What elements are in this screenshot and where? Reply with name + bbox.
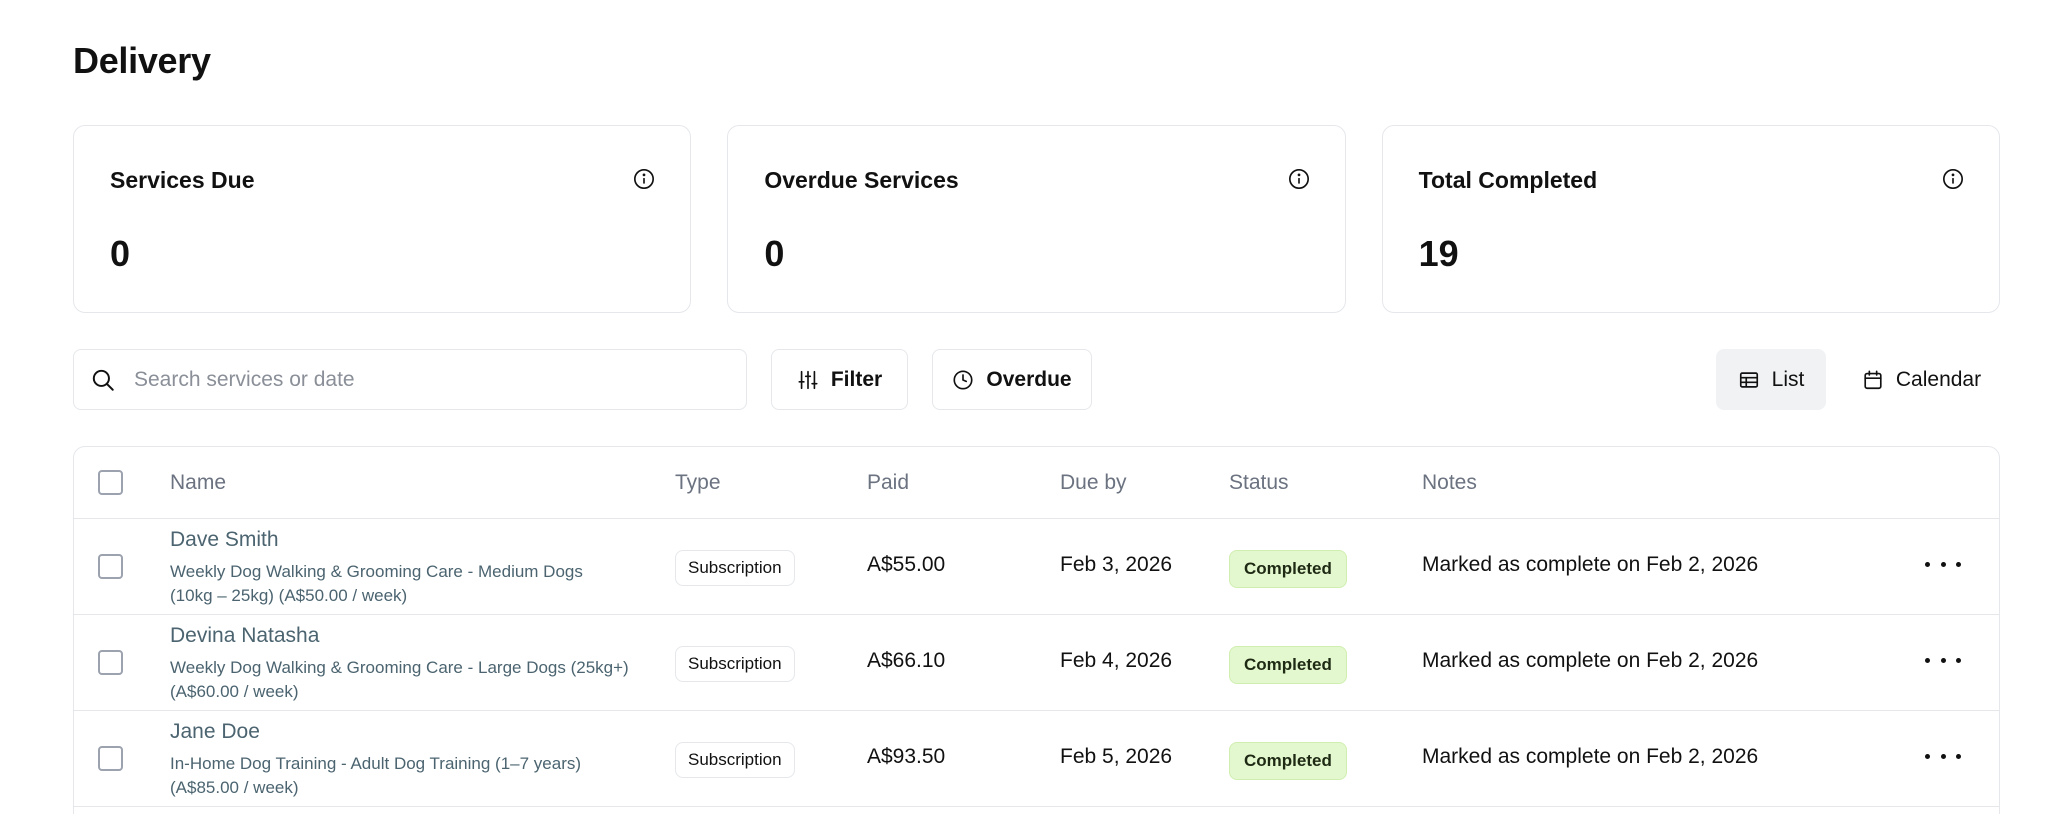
more-options-icon[interactable]	[1925, 645, 1961, 675]
paid-amount: A$93.50	[867, 745, 946, 768]
list-label: List	[1771, 367, 1805, 391]
table-icon	[1739, 371, 1758, 388]
paid-amount: A$66.10	[867, 649, 946, 672]
column-header-status[interactable]: Status	[1229, 471, 1289, 495]
filter-button[interactable]: Filter	[771, 349, 908, 410]
service-description: Weekly Dog Walking & Grooming Care - Lar…	[170, 658, 629, 701]
column-header-due-by[interactable]: Due by	[1060, 471, 1127, 495]
customer-name-link[interactable]: Jane Doe	[170, 720, 630, 744]
select-all-checkbox[interactable]	[98, 470, 123, 495]
column-header-notes[interactable]: Notes	[1422, 471, 1477, 495]
sliders-icon	[798, 370, 818, 389]
notes-text: Marked as complete on Feb 2, 2026	[1422, 745, 1759, 768]
table-row[interactable]: Jane Doe In-Home Dog Training - Adult Do…	[74, 711, 1999, 807]
type-badge: Subscription	[675, 550, 795, 586]
overdue-label: Overdue	[986, 367, 1072, 391]
more-options-icon[interactable]	[1925, 741, 1961, 771]
notes-text: Marked as complete on Feb 2, 2026	[1422, 553, 1759, 576]
search-input[interactable]	[134, 367, 694, 392]
page-title: Delivery	[73, 40, 211, 81]
stat-card-services-due: Services Due 0	[73, 125, 692, 313]
search-icon	[92, 369, 114, 391]
column-header-type[interactable]: Type	[675, 471, 721, 495]
stat-value: 0	[110, 233, 131, 274]
services-table: Name Type Paid Due by Status Notes Dave …	[73, 446, 2000, 814]
stats-cards: Services Due 0 Overdue Services 0 Total …	[73, 125, 2000, 313]
status-badge: Completed	[1229, 550, 1347, 588]
notes-text: Marked as complete on Feb 2, 2026	[1422, 649, 1759, 672]
due-date: Feb 5, 2026	[1060, 745, 1173, 768]
customer-name-link[interactable]: Devina Natasha	[170, 624, 630, 648]
info-icon[interactable]	[1288, 168, 1310, 190]
calendar-label: Calendar	[1895, 367, 1982, 391]
type-badge: Subscription	[675, 646, 795, 682]
name-cell: Jane Doe In-Home Dog Training - Adult Do…	[170, 720, 630, 800]
service-description: In-Home Dog Training - Adult Dog Trainin…	[170, 754, 582, 797]
paid-amount: A$55.00	[867, 553, 946, 576]
info-icon[interactable]	[1942, 168, 1964, 190]
name-cell: Devina Natasha Weekly Dog Walking & Groo…	[170, 624, 630, 704]
stat-card-overdue-services: Overdue Services 0	[727, 125, 1346, 313]
table-header: Name Type Paid Due by Status Notes	[74, 447, 1999, 519]
stat-title: Overdue Services	[764, 167, 959, 193]
table-row[interactable]: Devina Natasha Weekly Dog Walking & Groo…	[74, 615, 1999, 711]
status-badge: Completed	[1229, 646, 1347, 684]
list-view-button[interactable]: List	[1716, 349, 1826, 410]
row-checkbox[interactable]	[98, 554, 123, 579]
info-icon[interactable]	[633, 168, 655, 190]
more-options-icon[interactable]	[1925, 549, 1961, 579]
stat-title: Services Due	[110, 167, 255, 193]
status-badge: Completed	[1229, 742, 1347, 780]
due-date: Feb 4, 2026	[1060, 649, 1173, 672]
name-cell: Dave Smith Weekly Dog Walking & Grooming…	[170, 528, 630, 608]
calendar-view-button[interactable]: Calendar	[1843, 349, 2000, 410]
service-description: Weekly Dog Walking & Grooming Care - Med…	[170, 562, 583, 605]
due-date: Feb 3, 2026	[1060, 553, 1173, 576]
stat-card-total-completed: Total Completed 19	[1381, 125, 2000, 313]
filter-label: Filter	[830, 367, 883, 391]
table-row[interactable]: Dave Smith Weekly Dog Walking & Grooming…	[74, 519, 1999, 615]
calendar-icon	[1864, 369, 1882, 389]
column-header-name[interactable]: Name	[170, 471, 226, 495]
row-checkbox[interactable]	[98, 746, 123, 771]
customer-name-link[interactable]: Dave Smith	[170, 528, 630, 552]
clock-icon	[953, 369, 973, 390]
type-badge: Subscription	[675, 742, 795, 778]
toolbar: Filter Overdue List Calendar	[73, 349, 2000, 410]
row-checkbox[interactable]	[98, 650, 123, 675]
stat-title: Total Completed	[1418, 167, 1598, 193]
search-box[interactable]	[73, 349, 747, 410]
stat-value: 19	[1418, 233, 1459, 274]
column-header-paid[interactable]: Paid	[867, 471, 909, 495]
overdue-button[interactable]: Overdue	[932, 349, 1092, 410]
stat-value: 0	[764, 233, 785, 274]
